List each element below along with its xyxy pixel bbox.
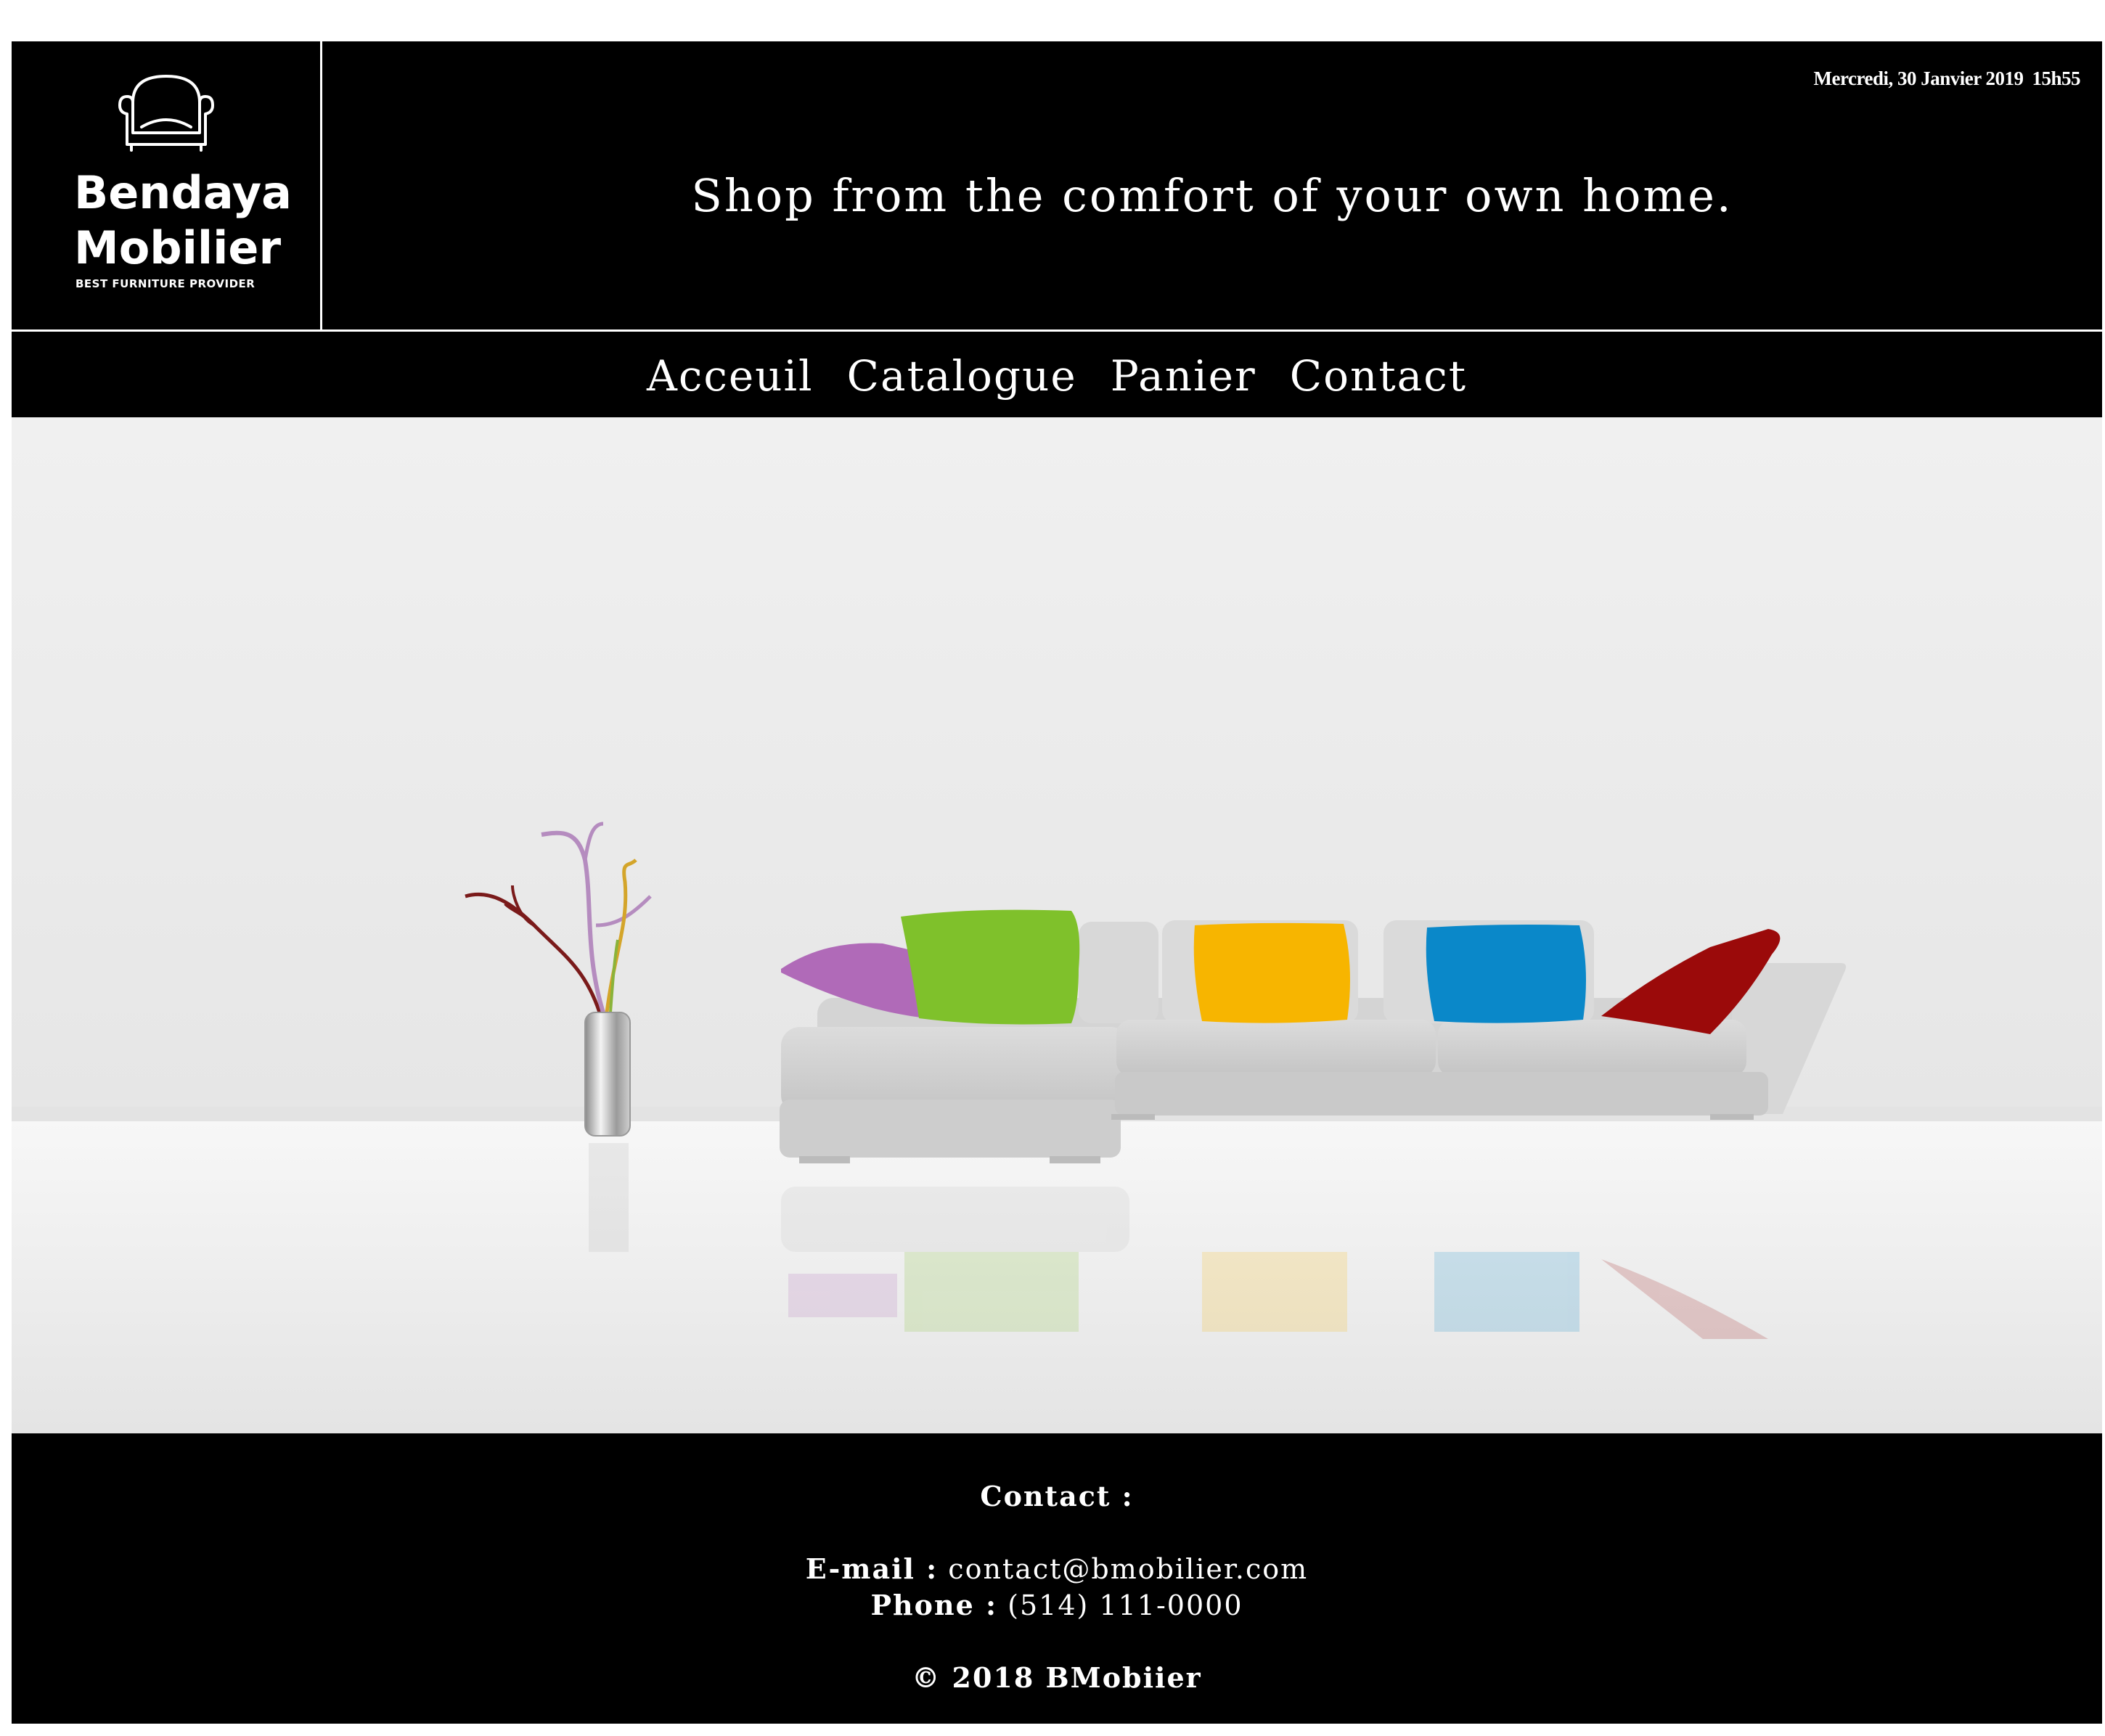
current-datetime: Mercredi, 30 Janvier 2019 15h55: [1813, 67, 2081, 90]
yellow-pillow: [1193, 922, 1350, 1023]
nav-item-catalogue[interactable]: Catalogue: [847, 355, 1077, 397]
brand-tagline: BEST FURNITURE PROVIDER: [75, 277, 256, 290]
footer-phone-label: Phone :: [870, 1589, 998, 1621]
green-pillow: [901, 909, 1080, 1025]
page-container: Bendaya Mobilier BEST FURNITURE PROVIDER…: [12, 41, 2102, 1724]
brand-name-line2: Mobilier: [74, 221, 282, 274]
brand-name-line1: Bendaya: [74, 166, 293, 219]
nav-item-panier[interactable]: Panier: [1111, 355, 1256, 397]
footer-contact-title: Contact :: [980, 1480, 1134, 1512]
brand-logo[interactable]: Bendaya Mobilier BEST FURNITURE PROVIDER: [12, 41, 322, 329]
footer-email: E-mail : contact@bmobilier.com: [12, 1552, 2102, 1585]
blue-pillow: [1426, 925, 1586, 1023]
main-nav: Acceuil Catalogue Panier Contact: [12, 332, 2102, 417]
footer-copyright: © 2018 BMobiier: [912, 1661, 1202, 1694]
header-slogan: Shop from the comfort of your own home.: [691, 169, 1733, 222]
footer-phone-value[interactable]: (514) 111-0000: [1007, 1589, 1243, 1621]
nav-item-contact[interactable]: Contact: [1290, 355, 1467, 397]
site-footer: Contact : E-mail : contact@bmobilier.com…: [12, 1433, 2102, 1724]
hero-image: [12, 417, 2102, 1433]
nav-item-acceuil[interactable]: Acceuil: [647, 355, 814, 397]
living-room-illustration: [12, 417, 2102, 1433]
footer-email-value[interactable]: contact@bmobilier.com: [948, 1553, 1308, 1585]
footer-email-label: E-mail :: [805, 1552, 939, 1585]
current-date: Mercredi, 30 Janvier 2019: [1813, 67, 2024, 89]
footer-phone: Phone : (514) 111-0000: [12, 1589, 2102, 1621]
site-header: Bendaya Mobilier BEST FURNITURE PROVIDER…: [12, 41, 2102, 332]
armchair-icon: [118, 75, 214, 152]
current-time: 15h55: [2032, 67, 2080, 89]
